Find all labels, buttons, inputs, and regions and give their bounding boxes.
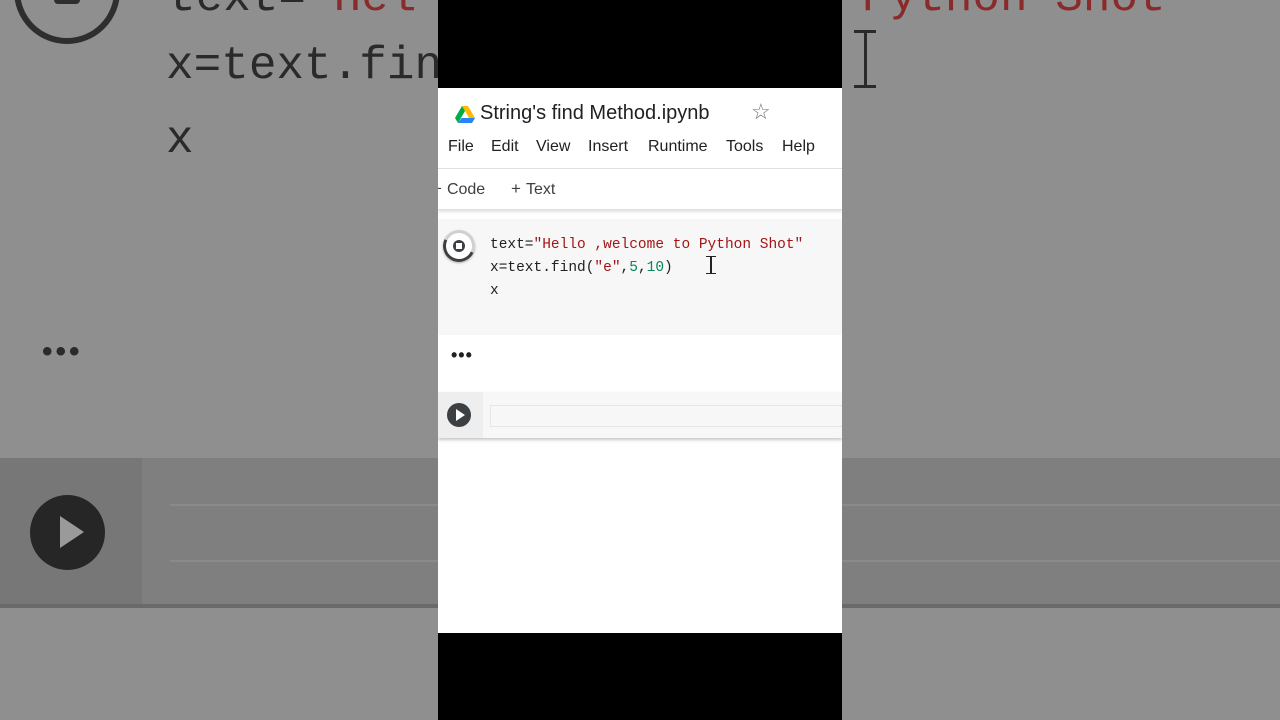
menu-bar: File Edit View Insert Runtime Tools Help (438, 136, 842, 160)
add-code-button[interactable]: +Code (438, 179, 485, 199)
title-bar: String's find Method.ipynb ☆ (438, 88, 842, 136)
menu-file[interactable]: File (448, 138, 474, 156)
empty-code-editor[interactable] (490, 405, 842, 427)
run-cell-icon[interactable] (447, 403, 471, 427)
code-cell-empty[interactable] (438, 392, 842, 438)
code-line-2: x=text.find("e",5,10) (490, 260, 673, 276)
toolbar: +Code +Text (438, 168, 842, 210)
bg-code-line-1: text="Hel (168, 0, 416, 24)
bg-play-icon (30, 495, 105, 570)
add-text-button[interactable]: + Text (511, 179, 555, 199)
output-ellipsis[interactable]: ••• (451, 345, 473, 366)
stop-square (453, 240, 465, 252)
menu-runtime[interactable]: Runtime (648, 138, 708, 156)
code-line-1: text="Hello ,welcome to Python Shot" (490, 237, 804, 253)
plus-icon: + (511, 179, 521, 198)
plus-icon: + (438, 179, 442, 198)
bg-text-cursor-icon (852, 30, 880, 90)
google-drive-icon (455, 106, 475, 123)
star-icon[interactable]: ☆ (751, 101, 771, 123)
notebook-title[interactable]: String's find Method.ipynb (480, 102, 710, 125)
menu-help[interactable]: Help (782, 138, 815, 156)
menu-tools[interactable]: Tools (726, 138, 763, 156)
stop-execution-icon[interactable] (438, 225, 480, 267)
code-editor[interactable]: text="Hello ,welcome to Python Shot" x=t… (490, 234, 803, 303)
code-line-3: x (490, 283, 499, 299)
menu-insert[interactable]: Insert (588, 138, 628, 156)
colab-screen: String's find Method.ipynb ☆ File Edit V… (438, 88, 842, 633)
bg-stop-icon (14, 0, 120, 44)
code-cell-running[interactable]: text="Hello ,welcome to Python Shot" x=t… (438, 219, 842, 335)
text-cursor-icon (706, 256, 716, 274)
phone-frame: String's find Method.ipynb ☆ File Edit V… (438, 0, 842, 720)
bg-code-line-3: x (166, 114, 194, 166)
bg-code-line-2: x=text.fin (166, 40, 443, 92)
bg-output-dots: ••• (42, 335, 83, 368)
cell-output: ••• (438, 335, 842, 385)
menu-edit[interactable]: Edit (491, 138, 519, 156)
bg-code-line-1-tail: Python Shot" (862, 0, 1193, 24)
menu-view[interactable]: View (536, 138, 570, 156)
add-text-label: Text (525, 181, 556, 198)
add-code-label: Code (446, 181, 486, 198)
